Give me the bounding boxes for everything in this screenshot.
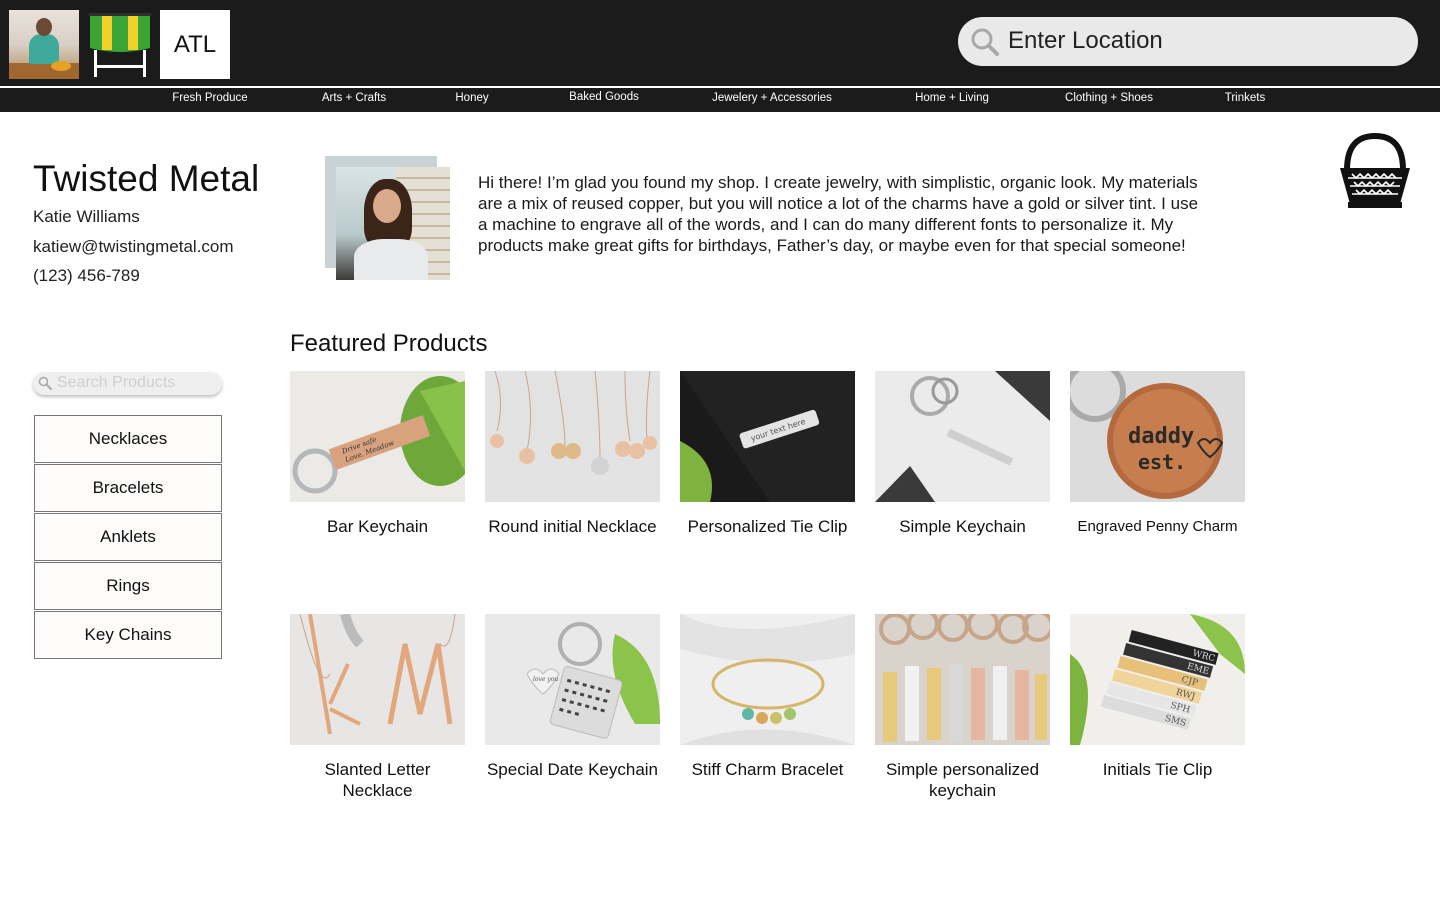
category-list: Necklaces Bracelets Anklets Rings Key Ch…: [34, 415, 222, 660]
nav-item-honey[interactable]: Honey: [455, 92, 488, 104]
product-search-bar[interactable]: [33, 372, 222, 395]
search-icon: [38, 376, 52, 390]
nav-item-fresh-produce[interactable]: Fresh Produce: [172, 92, 247, 104]
shop-bio: Hi there! I’m glad you found my shop. I …: [478, 173, 1199, 255]
product-name: Special Date Keychain: [486, 760, 659, 779]
category-key-chains-button[interactable]: Key Chains: [34, 611, 222, 659]
product-card-special-date-keychain[interactable]: love you Special Date Keychain: [485, 614, 660, 780]
owner-phone: (123) 456-789: [33, 266, 140, 285]
avatar-head: [36, 18, 52, 36]
top-header: ATL: [0, 0, 1440, 86]
market-stall-logo[interactable]: [88, 10, 152, 79]
product-image: WRC EME CJP RWJ SPH SMS: [1070, 614, 1245, 745]
product-image: love you: [485, 614, 660, 745]
nav-item-clothing-shoes[interactable]: Clothing + Shoes: [1065, 92, 1153, 104]
product-name: Slanted Letter Necklace: [324, 760, 431, 800]
nav-item-jewelery-accessories[interactable]: Jewelery + Accessories: [712, 92, 832, 104]
product-card-engraved-penny-charm[interactable]: daddy est. Engraved Penny Charm: [1070, 371, 1245, 537]
category-bracelets-button[interactable]: Bracelets: [34, 464, 222, 512]
engraving-line-1: daddy: [1128, 424, 1194, 449]
product-card-simple-keychain[interactable]: Simple Keychain: [875, 371, 1050, 537]
product-card-personalized-tie-clip[interactable]: your text here Personalized Tie Clip: [680, 371, 855, 537]
basket-icon[interactable]: [1338, 132, 1412, 210]
engraving-line-2: est.: [1138, 450, 1186, 474]
engraving-text: love you: [533, 676, 558, 683]
category-rings-button[interactable]: Rings: [34, 562, 222, 610]
product-name: Personalized Tie Clip: [687, 517, 848, 536]
category-necklaces-button[interactable]: Necklaces: [34, 415, 222, 463]
product-name: Round initial Necklace: [488, 517, 657, 536]
owner-name: Katie Williams: [33, 207, 140, 226]
product-image: your text here: [680, 371, 855, 502]
photo-face: [373, 189, 401, 223]
nav-item-arts-crafts[interactable]: Arts + Crafts: [322, 92, 386, 104]
category-nav-bar: Fresh Produce Arts + Crafts Honey Baked …: [0, 88, 1440, 112]
city-label: ATL: [173, 30, 217, 58]
category-anklets-button[interactable]: Anklets: [34, 513, 222, 561]
nav-item-trinkets[interactable]: Trinkets: [1225, 92, 1265, 104]
product-card-stiff-charm-bracelet[interactable]: Stiff Charm Bracelet: [680, 614, 855, 780]
owner-photo-image: [336, 167, 450, 280]
avatar-body: [29, 34, 59, 64]
product-card-slanted-letter-necklace[interactable]: Slanted Letter Necklace: [290, 614, 465, 801]
product-image: [290, 614, 470, 745]
search-icon: [971, 28, 999, 56]
product-name: Initials Tie Clip: [1102, 760, 1213, 779]
product-name: Bar Keychain: [326, 517, 429, 536]
shop-name: Twisted Metal: [33, 158, 260, 199]
product-image: [875, 614, 1050, 745]
product-image: [485, 371, 660, 502]
user-avatar[interactable]: [9, 10, 79, 79]
photo-shirt: [354, 239, 428, 280]
product-image: Drive safe Love, Meadow: [290, 371, 465, 502]
market-stall-icon: [88, 10, 152, 79]
product-name: Simple personalized keychain: [885, 760, 1040, 800]
product-card-initials-tie-clip[interactable]: WRC EME CJP RWJ SPH SMS Initials Tie Cli…: [1070, 614, 1245, 780]
city-selector[interactable]: ATL: [160, 10, 230, 79]
nav-item-baked-goods[interactable]: Baked Goods: [569, 91, 639, 103]
product-name: Engraved Penny Charm: [1077, 518, 1238, 535]
location-search-bar[interactable]: [958, 17, 1418, 66]
product-image: [680, 614, 855, 745]
featured-products-heading: Featured Products: [290, 330, 488, 357]
nav-item-home-living[interactable]: Home + Living: [915, 92, 989, 104]
product-image: daddy est.: [1070, 371, 1245, 502]
product-image: [875, 371, 1050, 502]
owner-photo: [325, 156, 450, 280]
owner-email[interactable]: katiew@twistingmetal.com: [33, 237, 234, 257]
location-search-input[interactable]: [1008, 23, 1398, 59]
product-card-round-initial-necklace[interactable]: Round initial Necklace: [485, 371, 660, 537]
avatar-fruit: [51, 61, 71, 71]
product-search-input[interactable]: [57, 373, 217, 393]
product-name: Simple Keychain: [899, 517, 1026, 536]
product-name: Stiff Charm Bracelet: [691, 760, 844, 779]
product-card-bar-keychain[interactable]: Drive safe Love, Meadow Bar Keychain: [290, 371, 465, 537]
product-card-simple-personalized-keychain[interactable]: Simple personalized keychain: [875, 614, 1050, 801]
